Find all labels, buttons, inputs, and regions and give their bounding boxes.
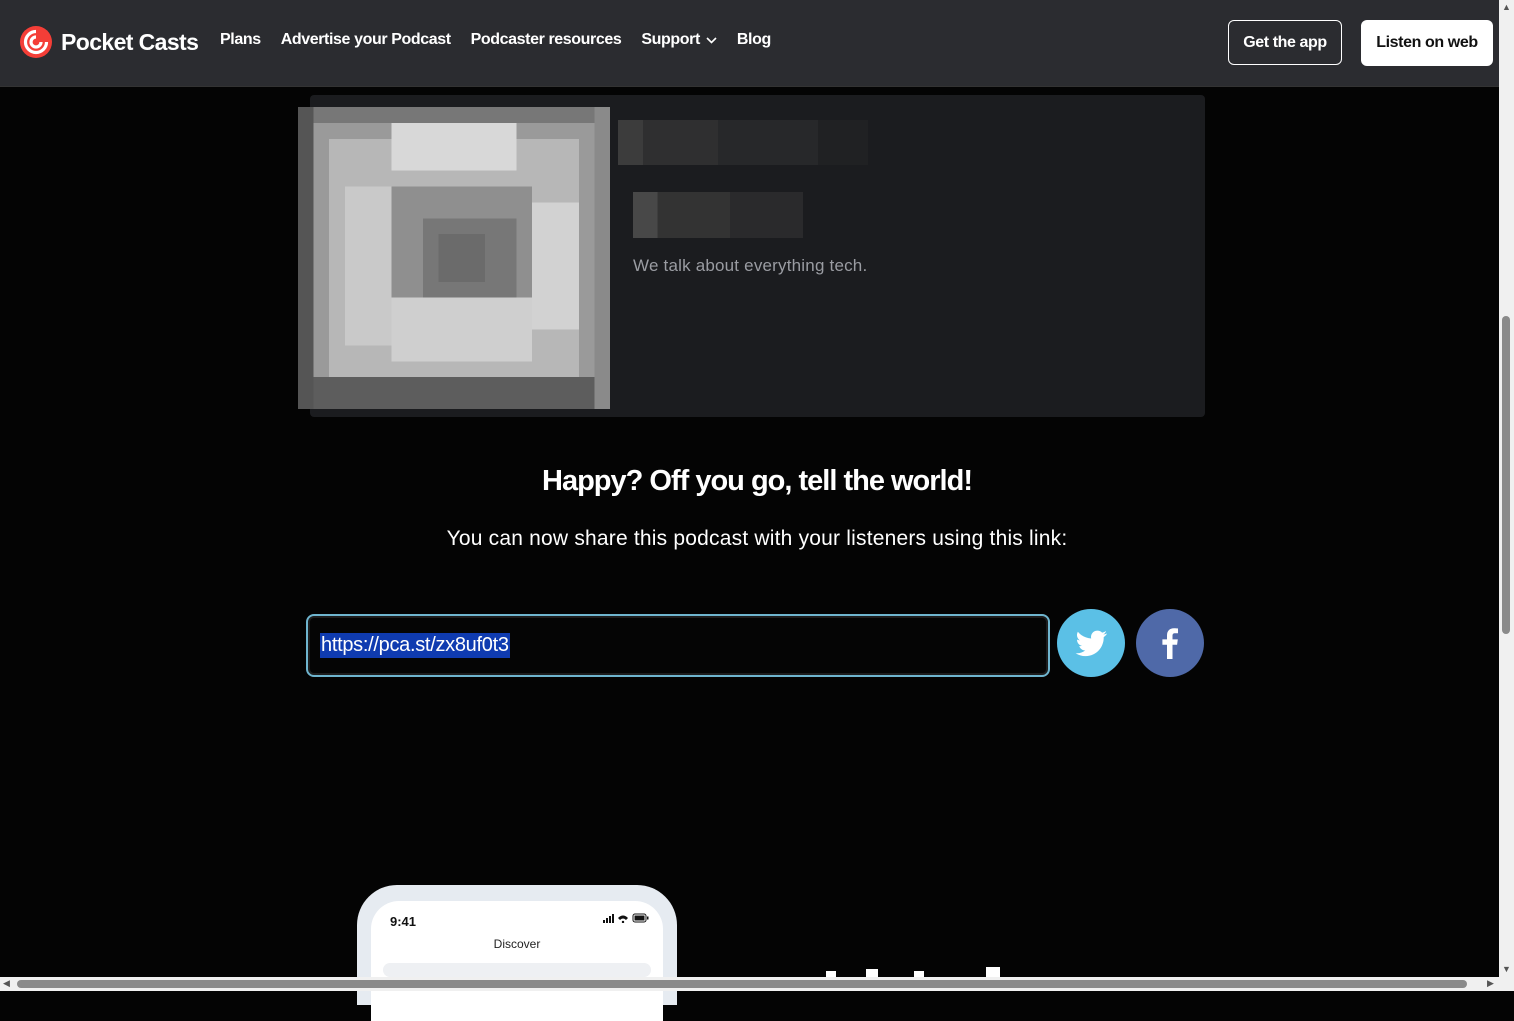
facebook-icon	[1162, 628, 1178, 659]
twitter-icon	[1075, 630, 1107, 657]
scroll-left-arrow-icon[interactable]: ◀	[3, 979, 10, 988]
nav-plans[interactable]: Plans	[220, 31, 261, 49]
podcast-author-redacted	[633, 192, 803, 238]
scroll-down-arrow-icon[interactable]: ▼	[1502, 965, 1511, 974]
get-the-app-button[interactable]: Get the app	[1228, 20, 1342, 65]
podcast-artwork-pixelated	[298, 107, 610, 409]
horizontal-scroll-thumb[interactable]	[17, 980, 1467, 988]
podcast-title-redacted	[618, 120, 868, 165]
cut-off-heading	[826, 967, 1000, 977]
chevron-down-icon	[706, 36, 717, 44]
phone-status-icons	[603, 913, 649, 923]
share-link-input[interactable]: https://pca.st/zx8uf0t3	[306, 614, 1050, 677]
vertical-scrollbar[interactable]: ▲ ▼	[1499, 0, 1514, 977]
nav-podcaster-resources[interactable]: Podcaster resources	[471, 31, 622, 49]
pocket-casts-logo-icon	[20, 26, 52, 58]
main-nav: Plans Advertise your Podcast Podcaster r…	[220, 31, 771, 49]
phone-screen-title: Discover	[493, 937, 541, 951]
brand-logo[interactable]: Pocket Casts	[20, 26, 199, 58]
share-heading: Happy? Off you go, tell the world!	[542, 465, 973, 497]
nav-blog[interactable]: Blog	[737, 31, 771, 49]
phone-search-bar	[383, 963, 651, 977]
vertical-scroll-thumb[interactable]	[1502, 316, 1510, 634]
phone-clock: 9:41	[390, 914, 417, 929]
scroll-right-arrow-icon[interactable]: ▶	[1487, 979, 1494, 988]
facebook-share-button[interactable]	[1136, 609, 1204, 677]
nav-advertise[interactable]: Advertise your Podcast	[281, 31, 451, 49]
brand-name: Pocket Casts	[61, 28, 199, 55]
listen-on-web-button[interactable]: Listen on web	[1361, 20, 1493, 66]
twitter-share-button[interactable]	[1057, 609, 1125, 677]
top-nav-bar: Pocket Casts Plans Advertise your Podcas…	[0, 0, 1499, 86]
scroll-up-arrow-icon[interactable]: ▲	[1502, 3, 1511, 12]
nav-support[interactable]: Support	[641, 31, 717, 49]
horizontal-scrollbar[interactable]: ◀ ▶	[0, 977, 1514, 991]
share-subheading: You can now share this podcast with your…	[446, 527, 1068, 550]
share-link-value[interactable]: https://pca.st/zx8uf0t3	[320, 633, 510, 658]
nav-support-label: Support	[641, 31, 700, 48]
podcast-description: We talk about everything tech.	[633, 256, 868, 275]
phone-screen: 9:41 Discover	[371, 901, 663, 1021]
